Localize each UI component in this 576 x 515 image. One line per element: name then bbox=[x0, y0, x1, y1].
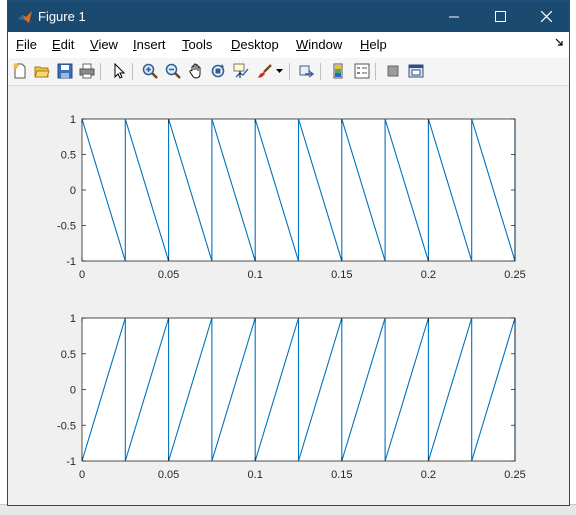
link-plot-icon bbox=[299, 65, 315, 78]
x-tick-label: 0.15 bbox=[331, 469, 352, 481]
axes-1[interactable]: 0 0.05 0.1 0.15 0.2 0.25 1 0.5 0 -0.5 -1 bbox=[57, 114, 526, 281]
brush-button[interactable] bbox=[255, 61, 275, 81]
insert-legend-button[interactable] bbox=[352, 61, 372, 81]
zoom-out-button[interactable] bbox=[163, 61, 183, 81]
print-icon bbox=[79, 63, 95, 79]
x-tick-label: 0.05 bbox=[158, 469, 179, 481]
save-icon bbox=[57, 63, 73, 79]
toolbar-separator bbox=[132, 63, 133, 80]
window-title: Figure 1 bbox=[38, 9, 86, 24]
show-plot-tools-icon bbox=[408, 64, 424, 78]
zoom-in-icon bbox=[142, 63, 158, 79]
zoom-out-icon bbox=[165, 63, 181, 79]
y-tick-label: 1 bbox=[70, 114, 76, 126]
print-button[interactable] bbox=[77, 61, 97, 81]
x-tick-label: 0.2 bbox=[421, 469, 436, 481]
toolbar-separator bbox=[100, 63, 101, 80]
minimize-button[interactable] bbox=[431, 1, 477, 32]
x-tick-label: 0 bbox=[79, 469, 85, 481]
menu-window[interactable]: Window bbox=[296, 37, 342, 52]
pan-hand-icon bbox=[189, 63, 201, 79]
y-tick-label: 0 bbox=[70, 185, 76, 197]
hide-plot-tools-button[interactable] bbox=[383, 61, 403, 81]
brush-icon bbox=[258, 64, 272, 78]
menu-tools[interactable]: Tools bbox=[182, 37, 212, 52]
insert-colorbar-button[interactable] bbox=[328, 61, 348, 81]
menu-view[interactable]: View bbox=[90, 37, 118, 52]
plot-canvas[interactable]: 0 0.05 0.1 0.15 0.2 0.2510.50-0.5-10 0.05 0.1 0.… bbox=[8, 85, 569, 505]
title-bar[interactable]: Figure 1 bbox=[8, 1, 569, 32]
new-figure-button[interactable] bbox=[10, 61, 30, 81]
link-plot-button[interactable] bbox=[297, 61, 317, 81]
menu-bar: File Edit View Insert Tools Desktop Wind… bbox=[8, 32, 569, 58]
pointer-icon bbox=[114, 63, 126, 79]
insert-colorbar-icon bbox=[333, 63, 343, 79]
figure-window: Figure 1 File Edit View Insert Tools Des… bbox=[7, 0, 570, 506]
brush-dropdown-icon bbox=[275, 68, 283, 73]
zoom-in-button[interactable] bbox=[140, 61, 160, 81]
menu-insert[interactable]: Insert bbox=[133, 37, 166, 52]
x-tick-label: 0.2 bbox=[421, 269, 436, 281]
matlab-logo-icon bbox=[18, 11, 32, 23]
x-tick-label: 0.15 bbox=[331, 269, 352, 281]
maximize-button[interactable] bbox=[477, 1, 523, 32]
toolbar-separator bbox=[289, 63, 290, 80]
toolbar-separator bbox=[320, 63, 321, 80]
x-tick-label: 0.1 bbox=[248, 269, 263, 281]
data-cursor-icon bbox=[233, 63, 249, 78]
open-file-button[interactable] bbox=[32, 61, 52, 81]
dock-figure-icon[interactable] bbox=[555, 38, 563, 46]
close-button[interactable] bbox=[523, 1, 569, 32]
minimize-icon bbox=[449, 16, 459, 17]
x-tick-label: 0.05 bbox=[158, 269, 179, 281]
x-tick-label: 0.1 bbox=[248, 469, 263, 481]
show-plot-tools-button[interactable] bbox=[406, 61, 426, 81]
y-tick-label: -1 bbox=[66, 256, 76, 268]
y-tick-label: -0.5 bbox=[57, 420, 76, 432]
menu-edit[interactable]: Edit bbox=[52, 37, 74, 52]
close-icon bbox=[540, 11, 552, 22]
figure-toolbar bbox=[8, 58, 569, 86]
x-tick-label: 0 bbox=[79, 269, 85, 281]
insert-legend-icon bbox=[354, 63, 370, 79]
y-tick-label: -1 bbox=[66, 456, 76, 468]
rotate-3d-icon bbox=[211, 64, 225, 78]
y-tick-label: -0.5 bbox=[57, 221, 76, 233]
x-tick-label: 0.25 bbox=[504, 469, 525, 481]
edit-plot-button[interactable] bbox=[109, 61, 129, 81]
menu-help[interactable]: Help bbox=[360, 37, 387, 52]
y-tick-label: 0.5 bbox=[61, 150, 76, 162]
menu-desktop[interactable]: Desktop bbox=[231, 37, 279, 52]
maximize-icon bbox=[494, 11, 506, 22]
pan-button[interactable] bbox=[186, 61, 206, 81]
open-file-icon bbox=[34, 66, 50, 78]
new-figure-icon bbox=[13, 63, 26, 79]
rotate-3d-button[interactable] bbox=[208, 61, 228, 81]
hide-plot-tools-icon bbox=[387, 65, 399, 77]
x-tick-label: 0.25 bbox=[504, 269, 525, 281]
menu-file[interactable]: File bbox=[16, 37, 37, 52]
data-cursor-button[interactable] bbox=[231, 61, 251, 81]
brush-dropdown-button[interactable] bbox=[274, 61, 284, 81]
y-tick-label: 1 bbox=[70, 313, 76, 325]
axes-2[interactable]: 0 0.05 0.1 0.15 0.2 0.25 1 0.5 0 -0.5 -1 bbox=[57, 313, 526, 481]
y-tick-label: 0 bbox=[70, 385, 76, 397]
toolbar-separator bbox=[375, 63, 376, 80]
y-tick-label: 0.5 bbox=[61, 349, 76, 361]
save-button[interactable] bbox=[55, 61, 75, 81]
